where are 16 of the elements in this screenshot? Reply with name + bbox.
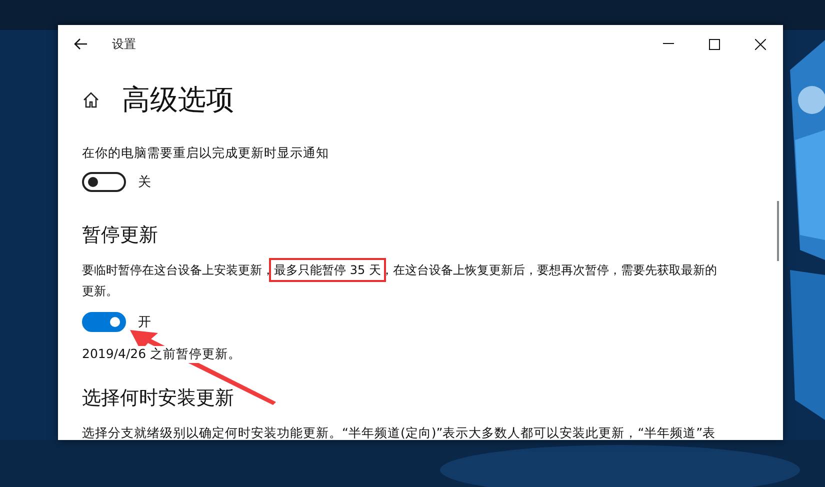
toggle-switch[interactable] xyxy=(82,312,126,332)
page-title: 高级选项 xyxy=(122,82,234,118)
close-icon xyxy=(754,38,766,50)
back-arrow-icon xyxy=(74,38,88,50)
section-heading: 选择何时安装更新 xyxy=(82,386,235,411)
toggle-label: 关 xyxy=(138,174,151,191)
minimize-icon xyxy=(662,43,674,45)
description-text: 要临时暂停在这台设备上安装更新，最多只能暂停 35 天，在这台设备上恢复更新后，要想再次暂停，需要先获取最新的更新。 xyxy=(82,260,722,302)
window-title: 设置 xyxy=(112,36,137,52)
setting-label: 在你的电脑需要重启以完成更新时显示通知 xyxy=(82,145,330,162)
description-text: 选择分支就绪级别以确定何时安装功能更新。“半年频道(定向)”表示大多数人都可以安装此更新，“半年频道”表 xyxy=(82,425,717,440)
toggle-switch[interactable] xyxy=(82,172,126,192)
toggle-label: 开 xyxy=(138,314,151,331)
maximize-icon xyxy=(708,38,720,50)
home-icon[interactable] xyxy=(82,91,100,109)
section-heading: 暂停更新 xyxy=(82,223,159,248)
